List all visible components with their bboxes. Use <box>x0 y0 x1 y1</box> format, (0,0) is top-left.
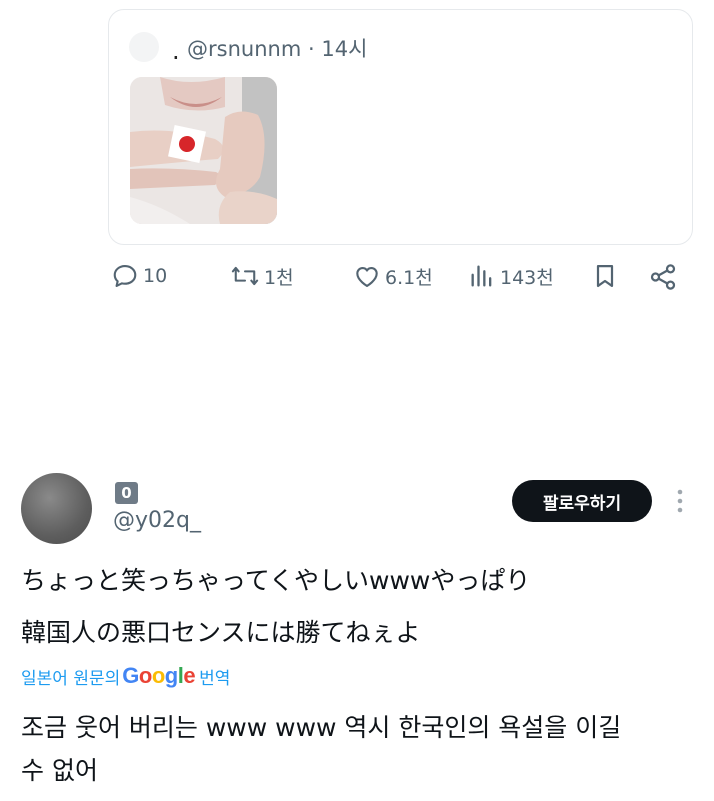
translated-text: 조금 웃어 버리는 www www 역시 한국인의 욕설을 이길 수 없어 <box>21 706 701 792</box>
translate-suffix: 번역 <box>199 668 231 689</box>
meta-separator: · <box>307 37 315 61</box>
author-display-name[interactable]: 0 <box>115 482 138 504</box>
reply-icon <box>113 265 137 287</box>
image-photo <box>130 77 277 224</box>
like-button[interactable]: 6.1천 <box>353 262 433 290</box>
google-logo: Google <box>122 663 196 688</box>
views-count: 143천 <box>500 266 554 289</box>
reply-button[interactable]: 10 <box>111 262 167 290</box>
share-button[interactable] <box>648 262 678 292</box>
translated-text-line: 조금 웃어 버리는 www www 역시 한국인의 욕설을 이길 <box>21 713 622 742</box>
views-icon <box>471 265 492 287</box>
reply-count: 10 <box>143 265 168 287</box>
translate-link[interactable]: 일본어 원문의 Google 번역 <box>21 662 230 690</box>
quoted-post-meta: @rsnunnm · 14시 <box>187 33 367 63</box>
bookmark-icon <box>596 264 614 288</box>
post-actions-bar: 10 1천 6.1천 143천 <box>108 262 693 298</box>
views-button[interactable]: 143천 <box>468 262 554 290</box>
post-text-line: ちょっと笑っちゃってくやしいwwwやっぱり <box>21 566 531 595</box>
like-icon <box>356 267 378 287</box>
bookmark-button[interactable] <box>591 262 619 290</box>
more-icon[interactable] <box>670 486 690 516</box>
repost-count: 1천 <box>264 266 294 289</box>
quoted-post-handle[interactable]: @rsnunnm <box>187 37 301 61</box>
author-handle[interactable]: @y02q_ <box>113 508 201 533</box>
repost-button[interactable]: 1천 <box>230 262 294 290</box>
repost-icon <box>231 266 259 286</box>
quoted-post-card[interactable]: . @rsnunnm · 14시 <box>108 9 693 245</box>
translated-text-line: 수 없어 <box>21 756 98 785</box>
like-count: 6.1천 <box>385 266 433 289</box>
follow-button[interactable]: 팔로우하기 <box>512 480 652 522</box>
quoted-post-time[interactable]: 14시 <box>321 37 367 61</box>
quoted-post-avatar[interactable] <box>129 32 159 62</box>
quoted-post-display-name-dot: . <box>172 37 180 65</box>
post-text: ちょっと笑っちゃってくやしいwwwやっぱり 韓国人の悪口センスには勝てねぇよ <box>21 555 701 659</box>
share-icon <box>650 264 676 290</box>
avatar[interactable] <box>21 473 92 544</box>
post-text-line: 韓国人の悪口センスには勝てねぇよ <box>21 618 421 647</box>
translate-prefix: 일본어 원문의 <box>21 668 121 689</box>
quoted-post-image[interactable] <box>130 77 277 224</box>
